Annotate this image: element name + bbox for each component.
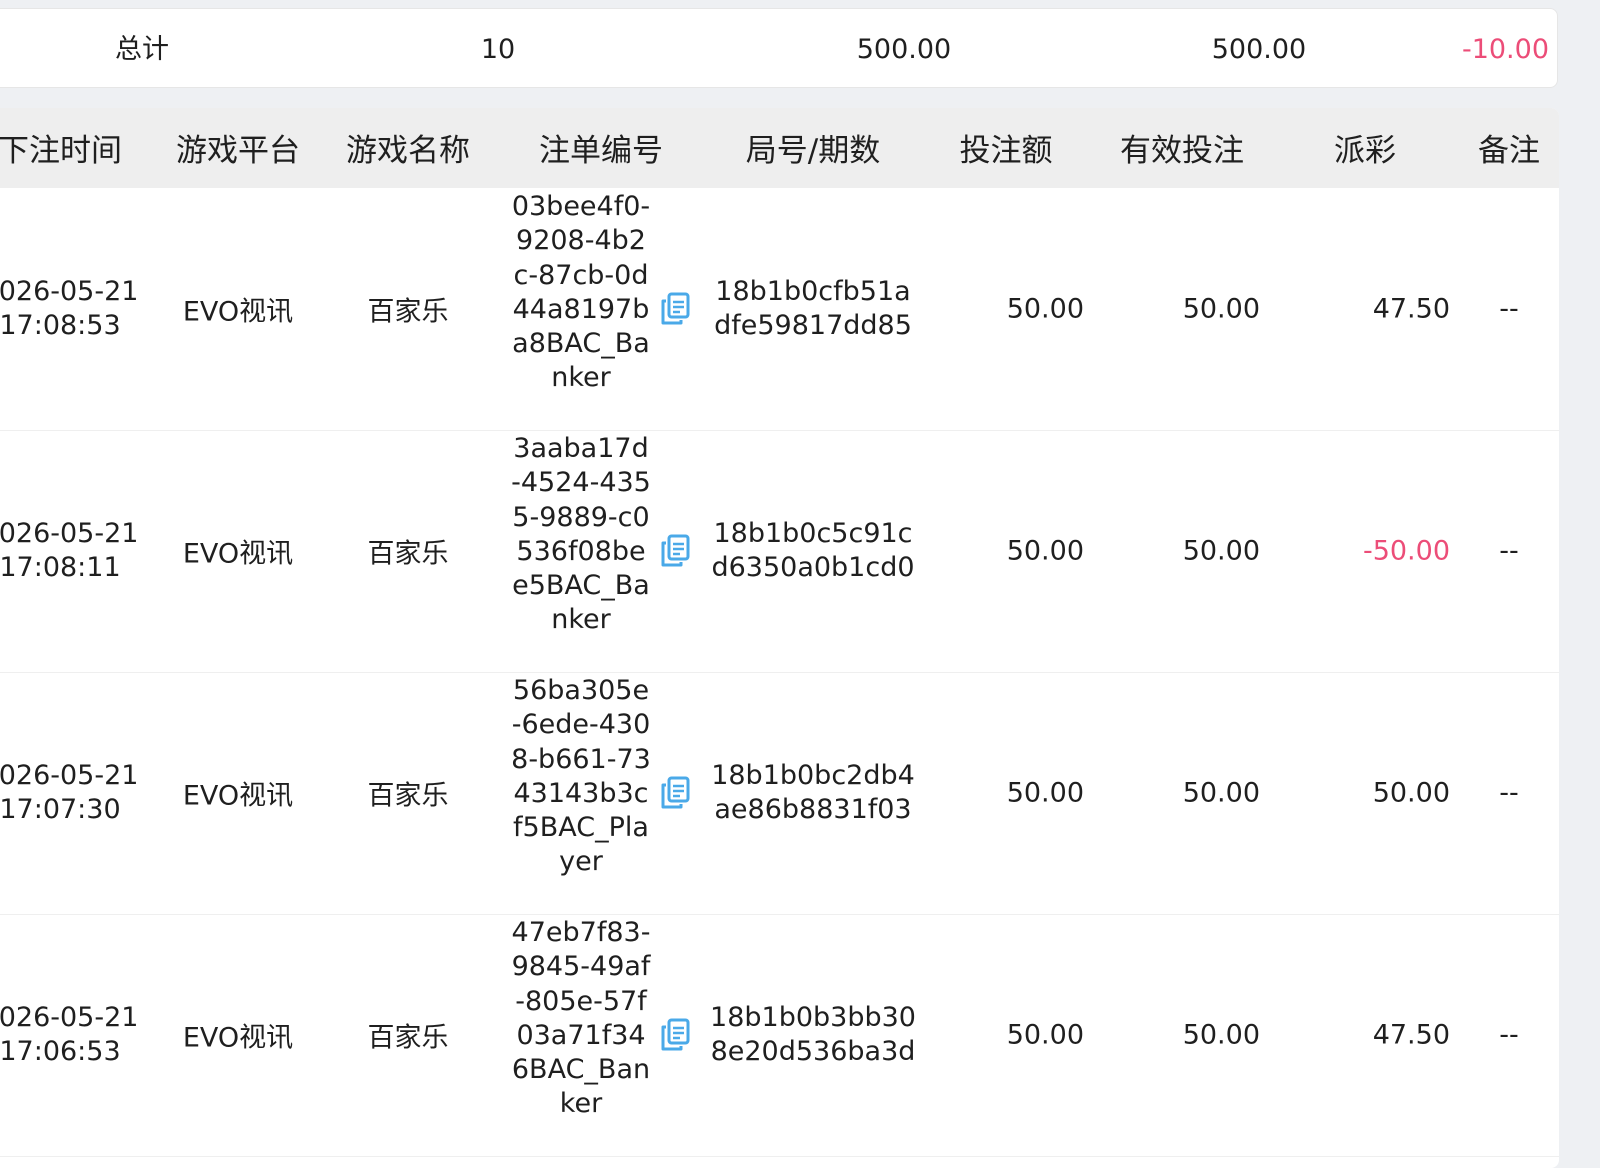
- bet-amount-cell: 50.00: [1006, 535, 1084, 567]
- game-name-cell: 百家乐: [367, 296, 449, 328]
- remark-cell: --: [1499, 777, 1519, 809]
- copy-icon[interactable]: [660, 534, 690, 568]
- round-line-2: 8e20d536ba3d: [710, 1036, 916, 1067]
- table-row: 2026-05-21 17:06:53 EVO视讯 百家乐 47eb7f83-9…: [0, 914, 1559, 1157]
- round-cell: 18b1b0b3bb30 8e20d536ba3d: [710, 1001, 916, 1069]
- header-order-id: 注单编号: [539, 133, 663, 169]
- header-bet-time: 下注时间: [0, 133, 122, 169]
- bet-date: 2026-05-21: [0, 518, 139, 549]
- header-round: 局号/期数: [745, 133, 881, 169]
- game-name-cell: 百家乐: [367, 1022, 449, 1054]
- bet-date: 2026-05-21: [0, 760, 139, 791]
- payout-cell: 50.00: [1372, 777, 1450, 809]
- bet-date: 2026-05-21: [0, 1002, 139, 1033]
- header-valid-bet: 有效投注: [1120, 133, 1244, 169]
- round-cell: 18b1b0c5c91c d6350a0b1cd0: [711, 517, 914, 585]
- bet-clock: 17:06:53: [0, 1036, 121, 1067]
- valid-bet-cell: 50.00: [1182, 777, 1260, 809]
- bet-amount-cell: 50.00: [1006, 777, 1084, 809]
- payout-cell: 47.50: [1372, 1019, 1450, 1051]
- bet-records-table: 下注时间 游戏平台 游戏名称 注单编号 局号/期数 投注额 有效投注 派彩 备注…: [0, 108, 1559, 1168]
- round-line-1: 18b1b0bc2db4: [711, 760, 915, 791]
- copy-icon[interactable]: [660, 776, 690, 810]
- copy-icon[interactable]: [660, 1018, 690, 1052]
- table-header: 下注时间 游戏平台 游戏名称 注单编号 局号/期数 投注额 有效投注 派彩 备注: [0, 108, 1559, 188]
- round-line-1: 18b1b0b3bb30: [710, 1002, 916, 1033]
- valid-bet-cell: 50.00: [1182, 293, 1260, 325]
- table-row: 2026-05-21 17:08:11 EVO视讯 百家乐 3aaba17d-4…: [0, 430, 1559, 673]
- summary-valid-total: 500.00: [1211, 34, 1307, 65]
- header-platform: 游戏平台: [176, 133, 300, 169]
- round-line-2: dfe59817dd85: [714, 310, 912, 341]
- bet-clock: 17:08:11: [0, 552, 121, 583]
- table-row: 2026-05-21 17:08:53 EVO视讯 百家乐 03bee4f0-9…: [0, 188, 1559, 431]
- header-game-name: 游戏名称: [346, 133, 470, 169]
- summary-bet-total: 500.00: [856, 34, 952, 65]
- game-name-cell: 百家乐: [367, 538, 449, 570]
- bet-time-cell: 2026-05-21 17:08:11: [0, 517, 138, 585]
- valid-bet-cell: 50.00: [1182, 1019, 1260, 1051]
- bet-time-cell: 2026-05-21 17:06:53: [0, 1001, 138, 1069]
- header-bet-amount: 投注额: [959, 133, 1053, 169]
- summary-payout-total: -10.00: [1461, 34, 1549, 65]
- bet-amount-cell: 50.00: [1006, 1019, 1084, 1051]
- bet-clock: 17:07:30: [0, 794, 121, 825]
- header-remark: 备注: [1478, 133, 1540, 169]
- round-line-1: 18b1b0c5c91c: [713, 518, 913, 549]
- round-line-2: ae86b8831f03: [714, 794, 912, 825]
- order-id-cell: 3aaba17d-4524-4355-9889-c0536f08bee5BAC_…: [511, 433, 651, 636]
- bet-clock: 17:08:53: [0, 310, 121, 341]
- payout-cell: -50.00: [1362, 535, 1450, 567]
- remark-cell: --: [1499, 535, 1519, 567]
- bet-amount-cell: 50.00: [1006, 293, 1084, 325]
- order-id-cell: 47eb7f83-9845-49af-805e-57f03a71f346BAC_…: [511, 917, 651, 1120]
- platform-cell: EVO视讯: [182, 1022, 294, 1054]
- game-name-cell: 百家乐: [367, 780, 449, 812]
- valid-bet-cell: 50.00: [1182, 535, 1260, 567]
- round-cell: 18b1b0bc2db4 ae86b8831f03: [711, 759, 915, 827]
- bet-time-cell: 2026-05-21 17:07:30: [0, 759, 138, 827]
- bet-time-cell: 2026-05-21 17:08:53: [0, 275, 138, 343]
- round-cell: 18b1b0cfb51a dfe59817dd85: [714, 275, 912, 343]
- order-id-cell: 56ba305e-6ede-4308-b661-7343143b3cf5BAC_…: [511, 675, 651, 878]
- remark-cell: --: [1499, 293, 1519, 325]
- summary-label: 总计: [115, 34, 169, 65]
- round-line-1: 18b1b0cfb51a: [715, 276, 911, 307]
- platform-cell: EVO视讯: [182, 296, 294, 328]
- copy-icon[interactable]: [660, 292, 690, 326]
- header-payout: 派彩: [1334, 133, 1396, 169]
- order-id-cell: 03bee4f0-9208-4b2c-87cb-0d44a8197ba8BAC_…: [511, 191, 651, 394]
- summary-bar: 总计 10 500.00 500.00 -10.00: [0, 8, 1558, 88]
- payout-cell: 47.50: [1372, 293, 1450, 325]
- summary-count: 10: [480, 34, 516, 65]
- remark-cell: --: [1499, 1019, 1519, 1051]
- table-row: 2026-05-21 17:07:30 EVO视讯 百家乐 56ba305e-6…: [0, 672, 1559, 915]
- bet-date: 2026-05-21: [0, 276, 139, 307]
- round-line-2: d6350a0b1cd0: [711, 552, 915, 583]
- platform-cell: EVO视讯: [182, 538, 294, 570]
- platform-cell: EVO视讯: [182, 780, 294, 812]
